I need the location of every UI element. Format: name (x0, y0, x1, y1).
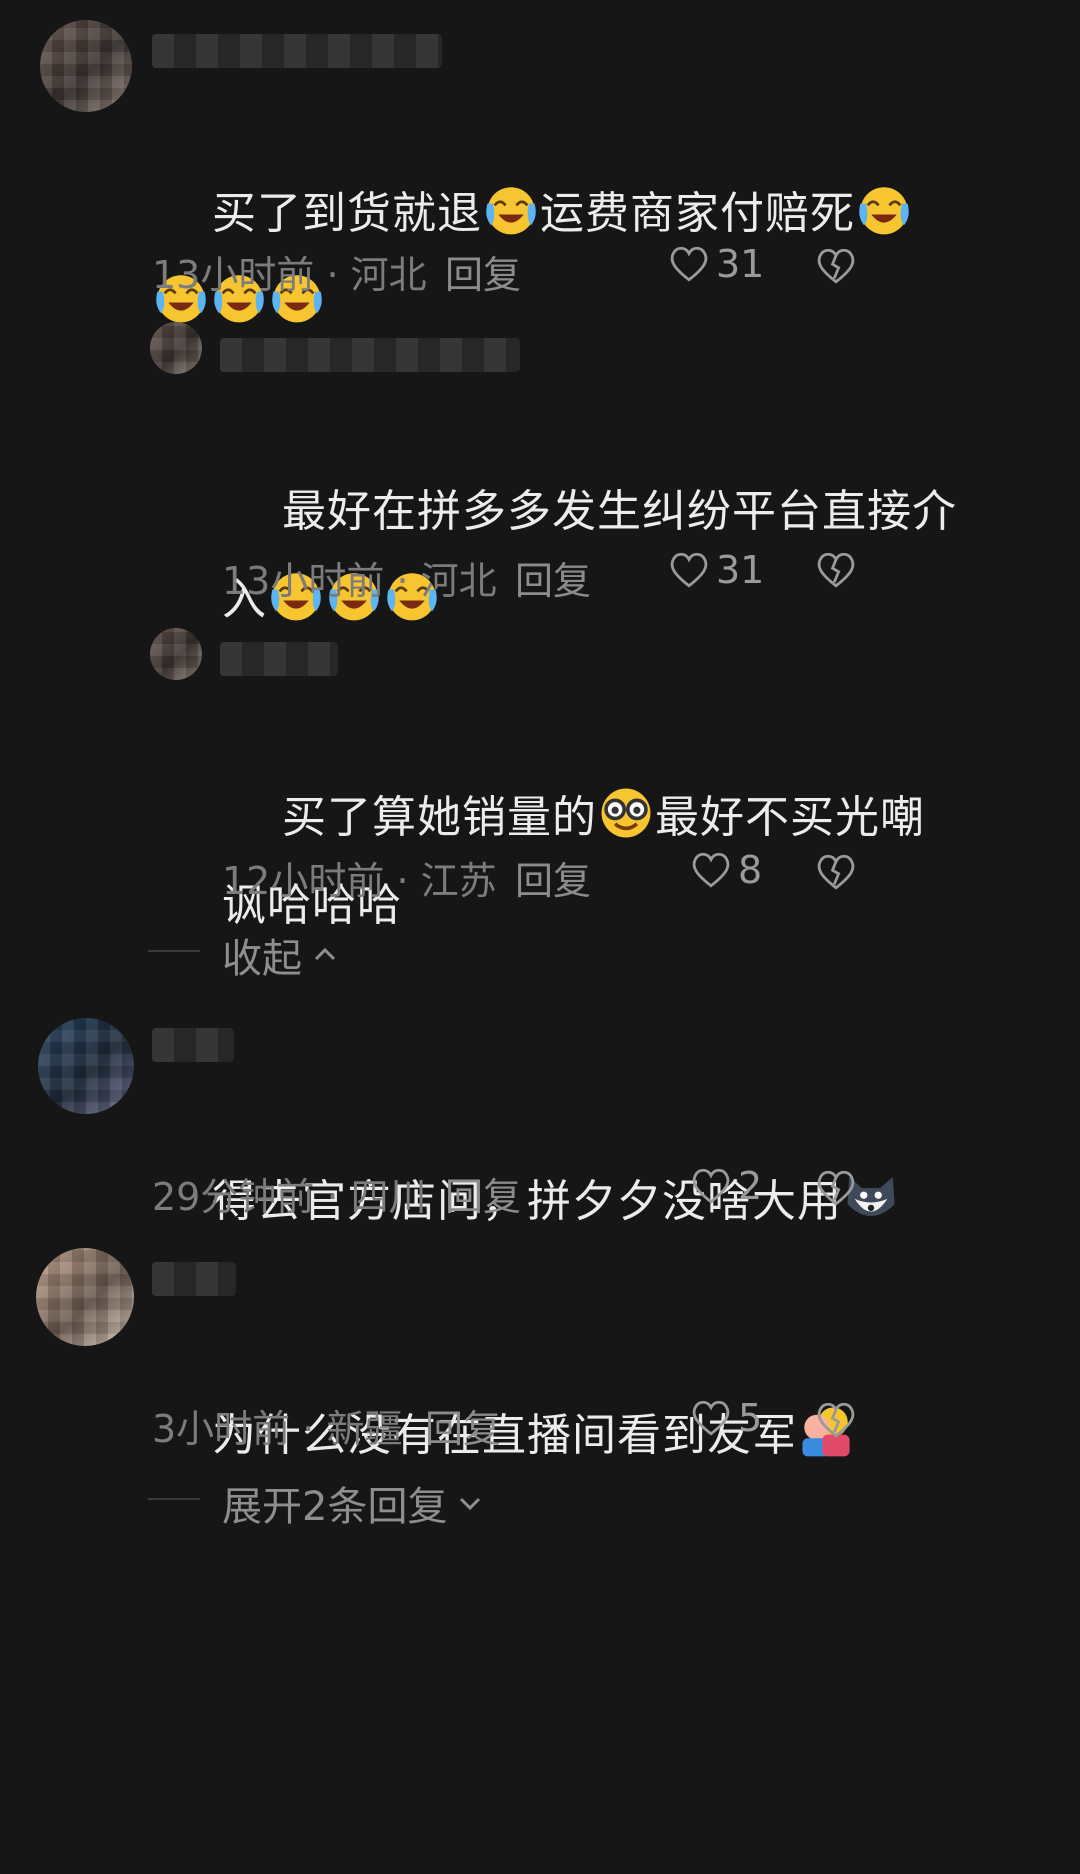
heart-outline-icon (668, 244, 710, 284)
heart-outline-icon (690, 1166, 732, 1206)
username-blurred[interactable] (220, 338, 520, 372)
collapse-label: 收起 (222, 936, 302, 982)
chevron-up-icon (314, 947, 336, 961)
chevron-down-icon (460, 1497, 481, 1511)
broken-heart-icon[interactable] (815, 246, 857, 286)
reply-button[interactable]: 回复 (445, 1166, 521, 1221)
reply-button[interactable]: 回复 (445, 244, 521, 299)
crying-laughing-emoji-icon (855, 180, 913, 238)
comment-meta: 12小时前 · 江苏 (222, 850, 497, 905)
comment-meta: 13小时前 · 河北 (152, 244, 427, 299)
like-count: 31 (716, 548, 765, 592)
like-count: 31 (716, 242, 765, 286)
username-blurred[interactable] (152, 34, 442, 68)
broken-heart-icon[interactable] (815, 550, 857, 590)
separator: · (384, 859, 421, 903)
separator: · (384, 559, 421, 603)
expand-replies-button[interactable]: 展开2条回复 (222, 1474, 485, 1532)
like-count: 2 (738, 1164, 763, 1208)
expand-divider (148, 1498, 200, 1500)
reply-button[interactable]: 回复 (425, 1398, 501, 1453)
avatar[interactable] (38, 1018, 134, 1114)
avatar[interactable] (150, 322, 202, 374)
heart-outline-icon (668, 550, 710, 590)
timestamp: 13小时前 (152, 253, 315, 297)
like-count: 8 (738, 848, 763, 892)
comment-text-part: 运费商家付赔死 (539, 188, 855, 239)
comment-text-part: 最好在拼多多发生纠纷平台直接介 (281, 486, 957, 537)
comment-text-part: 买了算她销量的 (281, 792, 597, 843)
nerd-face-emoji-icon (597, 784, 655, 842)
location: 河北 (420, 559, 497, 603)
username-blurred[interactable] (152, 1028, 234, 1062)
timestamp: 13小时前 (222, 559, 385, 603)
like-button[interactable]: 31 (668, 548, 764, 592)
avatar[interactable] (150, 628, 202, 680)
timestamp: 29分钟前 (152, 1175, 315, 1219)
separator: · (314, 1175, 351, 1219)
location: 新疆 (326, 1407, 403, 1451)
location: 江苏 (420, 859, 497, 903)
broken-heart-icon[interactable] (815, 1168, 857, 1208)
reply-button[interactable]: 回复 (515, 850, 591, 905)
heart-outline-icon (690, 850, 732, 890)
broken-heart-icon[interactable] (815, 1400, 857, 1440)
separator: · (314, 253, 351, 297)
reply-button[interactable]: 回复 (515, 550, 591, 605)
avatar[interactable] (40, 20, 132, 112)
collapse-divider (148, 950, 200, 952)
username-blurred[interactable] (220, 642, 338, 676)
collapse-replies-button[interactable]: 收起 (222, 926, 340, 984)
like-button[interactable]: 5 (690, 1396, 762, 1440)
like-button[interactable]: 8 (690, 848, 762, 892)
like-button[interactable]: 31 (668, 242, 764, 286)
crying-laughing-emoji-icon (482, 180, 540, 238)
avatar[interactable] (36, 1248, 134, 1346)
comment-meta: 29分钟前 · 四川 (152, 1166, 427, 1221)
expand-label: 展开2条回复 (222, 1484, 448, 1530)
comment-text-part: 买了到货就退 (211, 188, 482, 239)
timestamp: 12小时前 (222, 859, 385, 903)
username-blurred[interactable] (152, 1262, 236, 1296)
location: 河北 (350, 253, 427, 297)
broken-heart-icon[interactable] (815, 852, 857, 892)
location: 四川 (350, 1175, 427, 1219)
heart-outline-icon (690, 1398, 732, 1438)
like-count: 5 (738, 1396, 763, 1440)
timestamp: 3小时前 (152, 1407, 291, 1451)
separator: · (290, 1407, 327, 1451)
comment-meta: 3小时前 · 新疆 (152, 1398, 402, 1453)
like-button[interactable]: 2 (690, 1164, 762, 1208)
comment-text-part: 最好不买光嘲 (654, 792, 925, 843)
comment-meta: 13小时前 · 河北 (222, 550, 497, 605)
